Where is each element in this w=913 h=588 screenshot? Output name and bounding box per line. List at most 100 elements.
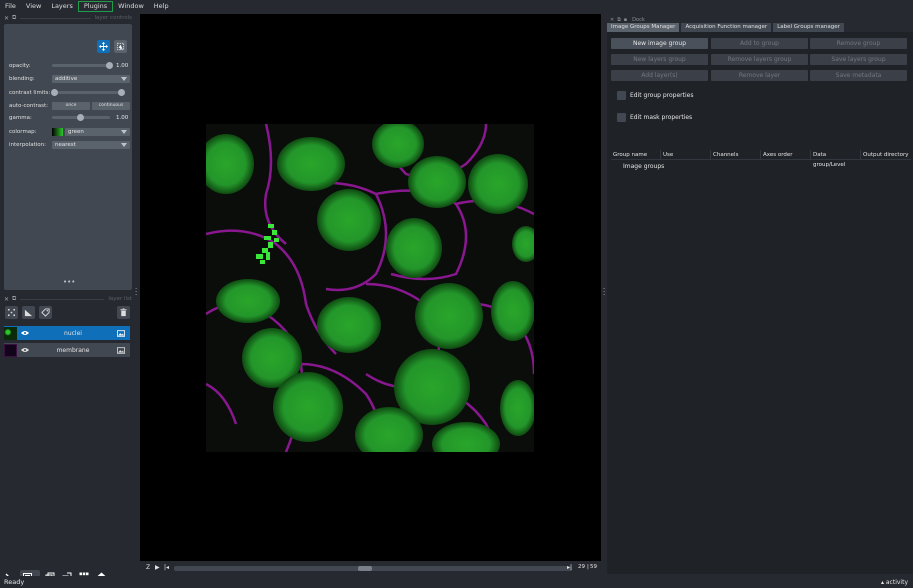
shapes-icon — [24, 309, 33, 317]
interpolation-select[interactable]: nearest — [52, 140, 130, 149]
status-bar: Ready ▴ activity — [0, 576, 913, 588]
slice-separator: | — [587, 564, 589, 570]
hide-icon[interactable]: ▪ — [624, 17, 627, 23]
tree-item-image-groups[interactable]: Image groups — [623, 163, 664, 170]
menu-layers[interactable]: Layers — [46, 0, 78, 12]
add-to-group-button[interactable]: Add to group — [711, 38, 808, 49]
close-icon[interactable]: ✕ — [4, 15, 9, 22]
play-icon[interactable]: ▶ — [155, 564, 160, 571]
contrast-row: contrast limits: — [9, 88, 131, 97]
gamma-row: gamma: 1.00 — [9, 113, 131, 122]
remove-group-button[interactable]: Remove group — [810, 38, 907, 49]
colormap-value: green — [68, 128, 84, 135]
add-layers-button[interactable]: Add layer(s) — [611, 70, 708, 81]
new-shapes-layer-button[interactable] — [22, 306, 35, 319]
autocontrast-continuous-button[interactable]: continuous — [92, 101, 130, 110]
opacity-slider[interactable] — [52, 61, 113, 69]
column-channels[interactable]: Channels — [711, 150, 761, 160]
header-divider — [20, 17, 91, 19]
menu-help[interactable]: Help — [149, 0, 174, 12]
colormap-label: colormap: — [9, 128, 37, 135]
gamma-label: gamma: — [9, 114, 32, 121]
float-icon[interactable]: ⧉ — [12, 295, 16, 303]
new-layers-group-button[interactable]: New layers group — [611, 54, 708, 65]
dimension-slider-thumb[interactable] — [358, 566, 372, 571]
opacity-label: opacity: — [9, 62, 31, 69]
layer-controls-panel: opacity: 1.00 blending: additive contras… — [4, 24, 132, 290]
dock-body: New image group Add to group Remove grou… — [607, 32, 913, 586]
chevron-down-icon — [121, 142, 127, 147]
header-divider — [20, 298, 105, 300]
viewer-canvas[interactable] — [140, 14, 601, 561]
menu-plugins[interactable]: Plugins — [77, 0, 114, 12]
float-icon[interactable]: ⧉ — [12, 14, 16, 22]
interpolation-label: interpolation: — [9, 141, 46, 148]
contrast-min-knob[interactable] — [51, 88, 58, 96]
save-layers-group-button[interactable]: Save layers group — [810, 54, 907, 65]
layer-controls-title: layer controls — [94, 15, 132, 21]
total-slices: 59 — [590, 564, 597, 570]
transform-button[interactable] — [114, 40, 127, 53]
column-group-name[interactable]: Group name — [611, 150, 661, 160]
gamma-slider-knob[interactable] — [77, 113, 84, 121]
edit-mask-properties-checkbox[interactable] — [617, 112, 626, 122]
contrast-range-slider[interactable] — [51, 88, 125, 96]
delete-layer-button[interactable] — [117, 306, 130, 319]
dock-titlebar: ✕ ⧉ ▪ Dock — [610, 16, 645, 23]
remove-layers-group-button[interactable]: Remove layers group — [711, 54, 808, 65]
eye-icon[interactable] — [20, 328, 30, 338]
new-image-group-button[interactable]: New image group — [611, 38, 708, 49]
layer-row-membrane[interactable]: membrane — [4, 343, 130, 357]
splitter-handle[interactable]: ••• — [63, 278, 75, 286]
close-icon[interactable]: ✕ — [4, 296, 9, 303]
dimension-slider-track[interactable] — [174, 566, 572, 571]
opacity-slider-knob[interactable] — [106, 61, 113, 69]
layer-controls-header: ✕ ⧉ layer controls — [4, 14, 132, 22]
tab-image-groups-manager[interactable]: Image Groups Manager — [607, 23, 680, 32]
remove-layer-button[interactable]: Remove layer — [711, 70, 808, 81]
edit-group-properties-label: Edit group properties — [630, 91, 694, 99]
gamma-slider[interactable] — [52, 113, 110, 121]
image-layer-icon — [116, 328, 126, 338]
edit-group-properties-checkbox[interactable] — [617, 90, 626, 100]
activity-button[interactable]: ▴ activity — [881, 579, 908, 586]
colormap-select[interactable]: green — [65, 127, 130, 136]
left-splitter-handle[interactable]: · · · — [135, 286, 137, 299]
dock-panel: ✕ ⧉ ▪ Dock Image Groups Manager Acquisit… — [607, 14, 913, 586]
menu-file[interactable]: File — [0, 0, 21, 12]
menu-view[interactable]: View — [21, 0, 46, 12]
edit-mask-properties-row[interactable]: Edit mask properties — [617, 112, 692, 122]
move-arrows-icon — [99, 42, 108, 51]
layer-tools — [4, 305, 132, 321]
transform-icon — [116, 42, 125, 51]
column-use[interactable]: Use — [661, 150, 711, 160]
layer-name: membrane — [56, 346, 90, 354]
float-icon[interactable]: ⧉ — [617, 17, 621, 23]
column-data-group-level[interactable]: Data group/Level — [811, 150, 861, 168]
step-forward-icon[interactable]: ▸| — [567, 564, 572, 571]
autocontrast-label: auto-contrast: — [9, 102, 49, 109]
menu-window[interactable]: Window — [113, 0, 149, 12]
new-points-layer-button[interactable] — [5, 306, 18, 319]
contrast-max-knob[interactable] — [118, 88, 125, 96]
opacity-value: 1.00 — [116, 62, 129, 69]
edit-group-properties-row[interactable]: Edit group properties — [617, 90, 693, 100]
dimension-slider: Z ▶ |◂ ▸| 29 | 59 — [140, 562, 601, 574]
column-output-directory[interactable]: Output directory — [861, 150, 911, 160]
new-labels-layer-button[interactable] — [39, 306, 52, 319]
close-icon[interactable]: ✕ — [610, 17, 614, 23]
autocontrast-once-button[interactable]: once — [52, 101, 90, 110]
layer-row-nuclei[interactable]: nuclei — [4, 326, 130, 340]
column-axes-order[interactable]: Axes order — [761, 150, 811, 160]
tab-label-groups-manager[interactable]: Label Groups manager — [773, 23, 844, 32]
eye-icon[interactable] — [20, 345, 30, 355]
right-splitter-handle[interactable]: · · · — [603, 286, 605, 299]
save-metadata-button[interactable]: Save metadata — [810, 70, 907, 81]
blending-select[interactable]: additive — [52, 74, 130, 83]
contrast-label: contrast limits: — [9, 89, 51, 96]
tab-acquisition-function-manager[interactable]: Acquisition Function manager — [681, 23, 772, 32]
step-back-icon[interactable]: |◂ — [164, 564, 169, 571]
points-icon — [7, 308, 16, 317]
pan-zoom-button[interactable] — [97, 40, 110, 53]
current-slice[interactable]: 29 — [578, 564, 585, 570]
